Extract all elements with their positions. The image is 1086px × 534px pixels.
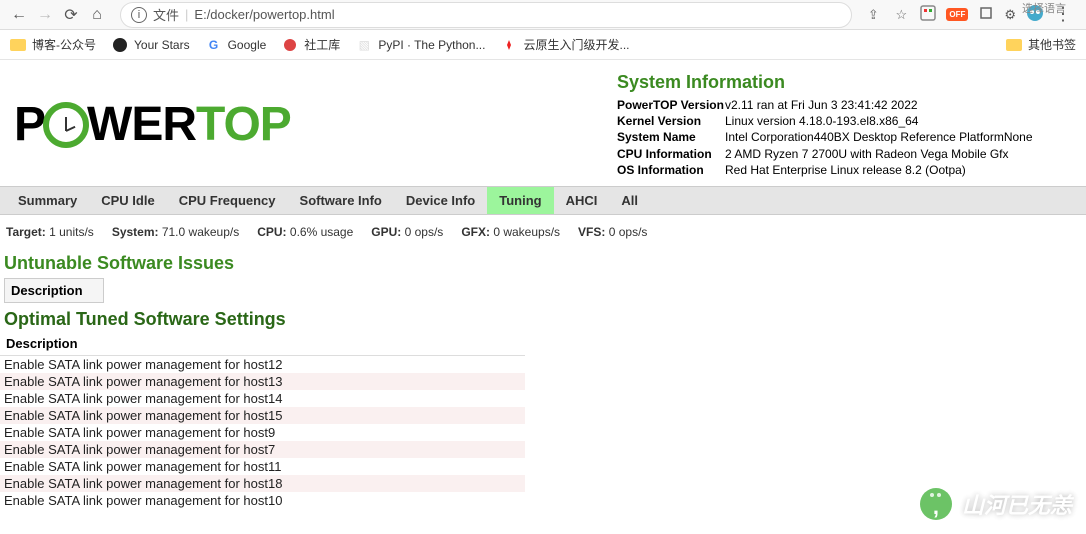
metrics-row: Target: 1 units/s System: 71.0 wakeup/s CP… (0, 215, 1086, 249)
untunable-col-header: Description (4, 278, 104, 303)
extension-puzzle-icon[interactable] (978, 5, 994, 24)
sysinfo-value: Red Hat Enterprise Linux release 8.2 (Oo… (725, 162, 966, 178)
bookmark-item[interactable]: G Google (206, 37, 267, 53)
table-row: Enable SATA link power management for ho… (0, 424, 525, 441)
url-separator: | (185, 7, 188, 22)
extension-wrench-icon[interactable]: ⚙ (1004, 7, 1016, 23)
reload-button[interactable]: ⟳ (60, 4, 82, 26)
sysinfo-label: OS Information (617, 162, 725, 178)
tab-cpu-frequency[interactable]: CPU Frequency (167, 187, 288, 214)
powertop-logo: PWERTOP (14, 72, 291, 178)
sysinfo-value: Intel Corporation440BX Desktop Reference… (725, 129, 1033, 145)
tab-tuning[interactable]: Tuning (487, 187, 553, 214)
url-text: E:/docker/powertop.html (194, 7, 334, 22)
folder-icon (1006, 39, 1022, 51)
watermark-text: 山河已无恙 (962, 488, 1072, 520)
bookmark-star-icon[interactable]: ☆ (892, 6, 910, 24)
untunable-heading: Untunable Software Issues (0, 249, 1086, 276)
sysinfo-value: Linux version 4.18.0-193.el8.x86_64 (725, 113, 918, 129)
sysinfo-row: System NameIntel Corporation440BX Deskto… (617, 129, 1072, 145)
table-row: Enable SATA link power management for ho… (0, 441, 525, 458)
table-row: Enable SATA link power management for ho… (0, 458, 525, 475)
github-icon (112, 37, 128, 53)
metric: Target: 1 units/s (6, 225, 94, 239)
sysinfo-row: OS InformationRed Hat Enterprise Linux r… (617, 162, 1072, 178)
bookmark-label: Google (228, 38, 267, 52)
extension-off-badge[interactable]: OFF (946, 8, 968, 21)
bookmark-item[interactable]: 云原生入门级开发... (501, 36, 629, 53)
sysinfo-label: System Name (617, 129, 725, 145)
bookmark-label: 其他书签 (1028, 36, 1076, 53)
tab-device-info[interactable]: Device Info (394, 187, 487, 214)
page-content: PWERTOP System Information PowerTOP Vers… (0, 60, 1086, 509)
table-row: Enable SATA link power management for ho… (0, 356, 525, 373)
bookmark-label: PyPI · The Python... (378, 38, 485, 52)
bookmark-item[interactable]: 社工库 (282, 36, 340, 53)
sysinfo-row: CPU Information2 AMD Ryzen 7 2700U with … (617, 146, 1072, 162)
bookmark-item[interactable]: 博客-公众号 (10, 36, 96, 53)
sysinfo-value: 2 AMD Ryzen 7 2700U with Radeon Vega Mob… (725, 146, 1009, 162)
browser-toolbar: ← → ⟳ ⌂ i 文件 | E:/docker/powertop.html ⇪… (0, 0, 1086, 30)
table-row: Enable SATA link power management for ho… (0, 475, 525, 492)
site-icon (282, 37, 298, 53)
tab-all[interactable]: All (609, 187, 650, 214)
bookmark-bar: 博客-公众号 Your Stars G Google 社工库 ▧ PyPI · Th… (0, 30, 1086, 60)
sysinfo-value: v2.11 ran at Fri Jun 3 23:41:42 2022 (725, 97, 918, 113)
tab-summary[interactable]: Summary (6, 187, 89, 214)
optimal-col-header: Description (0, 332, 525, 356)
sysinfo-label: CPU Information (617, 146, 725, 162)
sysinfo-row: Kernel VersionLinux version 4.18.0-193.e… (617, 113, 1072, 129)
tab-cpu-idle[interactable]: CPU Idle (89, 187, 166, 214)
bookmark-label: 云原生入门级开发... (523, 36, 629, 53)
share-icon[interactable]: ⇪ (864, 6, 882, 24)
address-bar[interactable]: i 文件 | E:/docker/powertop.html (120, 2, 852, 28)
tab-ahci[interactable]: AHCI (554, 187, 610, 214)
table-row: Enable SATA link power management for ho… (0, 492, 525, 509)
metric: VFS: 0 ops/s (578, 225, 647, 239)
sysinfo-label: Kernel Version (617, 113, 725, 129)
system-info-panel: System Information PowerTOP Versionv2.11… (617, 72, 1072, 178)
tab-software-info[interactable]: Software Info (288, 187, 394, 214)
table-row: Enable SATA link power management for ho… (0, 407, 525, 424)
sysinfo-label: PowerTOP Version (617, 97, 725, 113)
optimal-table: Description Enable SATA link power manag… (0, 332, 525, 509)
system-info-title: System Information (617, 72, 1072, 93)
watermark: , 山河已无恙 (920, 488, 1072, 520)
language-hint: 选择语言 (1022, 0, 1066, 16)
bookmark-label: 社工库 (304, 36, 340, 53)
url-scheme: 文件 (153, 5, 179, 24)
metric: System: 71.0 wakeup/s (112, 225, 239, 239)
folder-icon (10, 39, 26, 51)
google-icon: G (206, 37, 222, 53)
huawei-icon (501, 37, 517, 53)
bookmark-label: Your Stars (134, 38, 190, 52)
logo-o-icon (43, 102, 89, 148)
metric: CPU: 0.6% usage (257, 225, 353, 239)
home-button[interactable]: ⌂ (86, 4, 108, 26)
forward-button[interactable]: → (34, 4, 56, 26)
table-row: Enable SATA link power management for ho… (0, 390, 525, 407)
sysinfo-row: PowerTOP Versionv2.11 ran at Fri Jun 3 2… (617, 97, 1072, 113)
optimal-heading: Optimal Tuned Software Settings (0, 305, 1086, 332)
tab-bar: SummaryCPU IdleCPU FrequencySoftware Inf… (0, 186, 1086, 215)
bookmark-item[interactable]: ▧ PyPI · The Python... (356, 37, 485, 53)
wechat-icon: , (920, 488, 952, 520)
extension-1-icon[interactable] (920, 5, 936, 24)
pypi-icon: ▧ (356, 37, 372, 53)
bookmark-label: 博客-公众号 (32, 36, 96, 53)
metric: GPU: 0 ops/s (371, 225, 443, 239)
other-bookmarks[interactable]: 其他书签 (1006, 36, 1076, 53)
metric: GFX: 0 wakeups/s (461, 225, 560, 239)
back-button[interactable]: ← (8, 4, 30, 26)
info-icon: i (131, 7, 147, 23)
table-row: Enable SATA link power management for ho… (0, 373, 525, 390)
bookmark-item[interactable]: Your Stars (112, 37, 190, 53)
